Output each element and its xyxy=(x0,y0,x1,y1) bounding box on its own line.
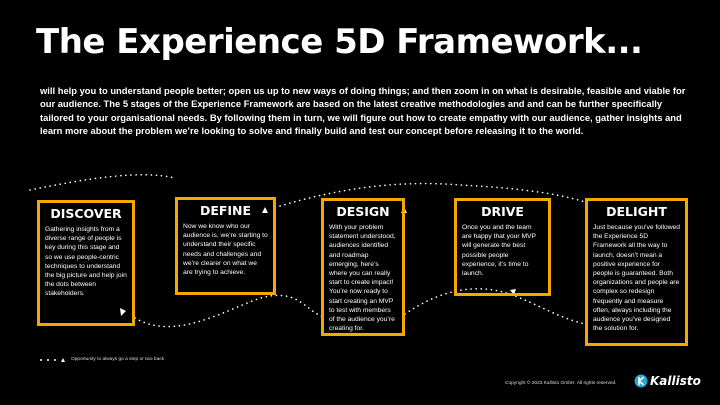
stage-drive: DRIVE Once you and the team are happy th… xyxy=(454,198,551,296)
kallisto-logo-icon xyxy=(634,374,648,388)
stage-text-delight: Just because you’ve followed the Experie… xyxy=(593,224,680,333)
stage-title-design: DESIGN xyxy=(336,204,390,219)
stage-discover: DISCOVER Gathering insights from a diver… xyxy=(37,200,135,326)
legend: Opportunity to always go a step or two b… xyxy=(40,357,164,362)
stage-text-discover: Gathering insights from a diverse range … xyxy=(45,226,127,298)
stage-text-drive: Once you and the team are happy that you… xyxy=(462,224,536,278)
stage-title-define: DEFINE xyxy=(199,203,252,218)
copyright-text: Copyright © 2023 Kallisto GmbH. All righ… xyxy=(505,381,617,386)
stage-define: DEFINE Now we know who our audience is, … xyxy=(175,197,276,295)
stage-delight: DELIGHT Just because you’ve followed the… xyxy=(585,198,688,346)
stage-title-delight: DELIGHT xyxy=(606,204,667,219)
stage-text-define: Now we know who our audience is, we’re s… xyxy=(183,223,268,277)
stage-design: DESIGN With your problem statement under… xyxy=(321,198,405,336)
stage-title-discover: DISCOVER xyxy=(50,206,122,221)
logo-wordmark: Kallisto xyxy=(650,374,701,388)
stage-text-design: With your problem statement understood, … xyxy=(329,224,396,333)
legend-text: Opportunity to always go a step or two b… xyxy=(71,357,165,362)
kallisto-logo: Kallisto xyxy=(634,374,701,388)
stage-title-drive: DRIVE xyxy=(481,204,524,219)
dotted-arrow-icon xyxy=(40,357,65,362)
